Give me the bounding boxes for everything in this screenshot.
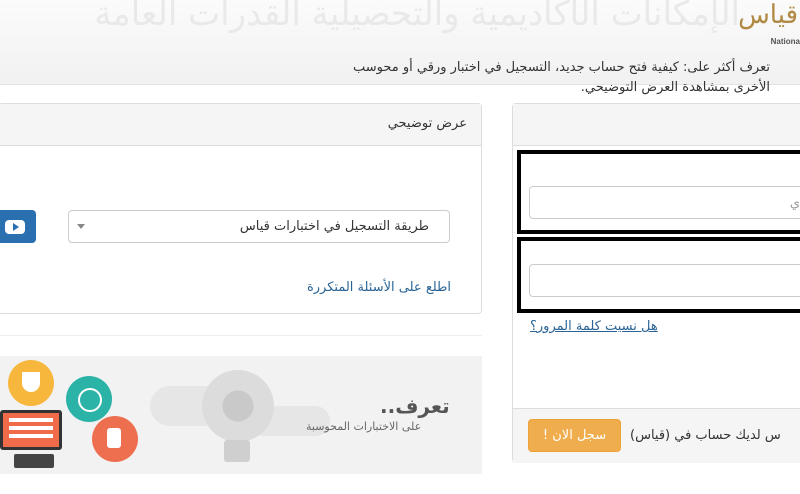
no-account-text: س لديك حساب في (قياس) (630, 428, 781, 443)
register-now-label: سجل الان ! (542, 428, 607, 443)
keyboard-icon (14, 454, 54, 468)
youtube-play-icon (5, 220, 25, 234)
site-logo[interactable]: قياس Nationa (738, 0, 800, 60)
demo-description: تعرف أكثر على: كيفية فتح حساب جديد، التس… (290, 58, 770, 98)
demo-description-line1: تعرف أكثر على: كيفية فتح حساب جديد، التس… (353, 60, 770, 75)
computer-monitor-icon (0, 410, 62, 450)
forgot-password-link[interactable]: هل نسيت كلمة المرور؟ (530, 319, 658, 334)
demo-video-select-value: طريقة التسجيل في اختبارات قياس (239, 219, 429, 234)
faq-link[interactable]: اطلع على الأسئلة المتكررة (307, 280, 451, 295)
register-now-button[interactable]: سجل الان ! (528, 419, 621, 452)
lightbulb-icon (202, 370, 274, 442)
logo-glyph: قياس (738, 0, 798, 30)
lightbulb-base (224, 440, 250, 462)
password-input[interactable] (529, 264, 800, 297)
demo-video-select[interactable]: طريقة التسجيل في اختبارات قياس (68, 210, 450, 243)
banner-subtitle: على الاختبارات المحوسبة (306, 420, 422, 433)
globe-icon (66, 376, 112, 422)
microscope-icon (92, 416, 138, 462)
flask-icon (8, 360, 54, 406)
demo-panel-heading: عرض توضيحي (0, 104, 481, 146)
username-placeholder: ي (789, 196, 800, 211)
section-divider (0, 335, 482, 336)
login-panel-heading (513, 104, 800, 146)
chevron-down-icon (77, 224, 85, 229)
logo-text: Nationa (770, 37, 800, 46)
computerized-tests-banner[interactable]: تعرف.. على الاختبارات المحوسبة (0, 356, 482, 474)
demo-description-line2: الأخرى بمشاهدة العرض التوضيحي. (580, 80, 770, 95)
username-input[interactable]: ي (529, 186, 800, 219)
play-video-button[interactable] (0, 210, 36, 243)
banner-title: تعرف.. (380, 394, 450, 418)
demo-panel-title: عرض توضيحي (387, 116, 467, 131)
header-calligraphy: الإمكانات الأكاديمية والتحصيلية القدرات … (94, 0, 740, 34)
